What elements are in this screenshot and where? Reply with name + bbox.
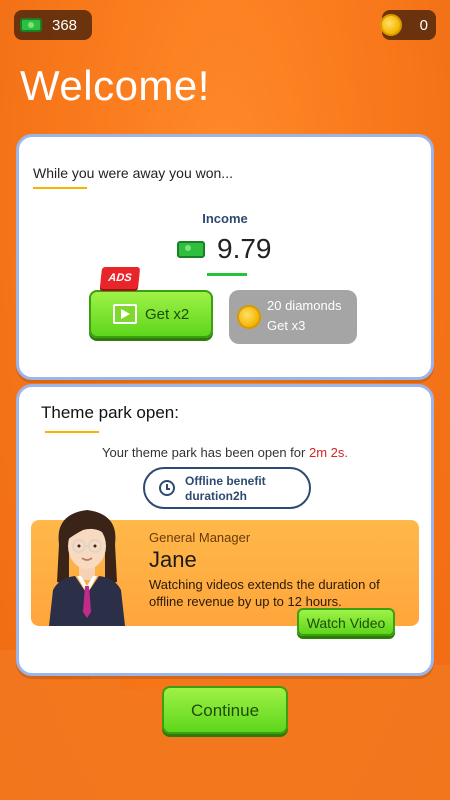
park-title: Theme park open:: [41, 403, 179, 422]
away-intro-text: While you were away you won...: [33, 165, 233, 181]
manager-description: Watching videos extends the duration of …: [149, 577, 380, 609]
money-amount: 368: [52, 16, 78, 34]
continue-button[interactable]: Continue: [162, 686, 288, 734]
income-underline: [207, 273, 247, 276]
get-x2-label: Get x2: [145, 306, 190, 323]
income-row: 9.79: [177, 233, 272, 265]
coin-counter: 0: [380, 10, 436, 40]
coin-icon: [380, 14, 402, 36]
get-x3-diamonds-button[interactable]: 20 diamonds Get x3: [229, 290, 357, 344]
manager-avatar: [49, 510, 125, 626]
cash-icon: [20, 18, 42, 32]
open-duration-value: 2m 2s.: [308, 445, 348, 460]
ads-badge: ADS: [99, 267, 141, 289]
intro-underline: [33, 187, 87, 189]
cash-icon: [177, 240, 205, 258]
video-icon: [113, 304, 137, 324]
get-x2-button[interactable]: Get x2: [89, 290, 213, 338]
income-label: Income: [202, 211, 248, 226]
coin-amount: 0: [419, 16, 428, 34]
continue-label: Continue: [190, 701, 260, 720]
park-open-duration-text: Your theme park has been open for 2m 2s.: [102, 445, 348, 460]
offline-benefit-label: Offline benefit: [185, 474, 266, 488]
get-x3-label: Get x3: [267, 318, 306, 333]
page-title: Welcome!: [20, 62, 210, 109]
manager-name: Jane: [149, 547, 197, 572]
theme-park-card: Theme park open: Your theme park has bee…: [16, 384, 434, 676]
income-value: 9.79: [217, 233, 272, 264]
diamond-cost-label: 20 diamonds: [267, 298, 342, 313]
park-title-underline: [45, 431, 99, 433]
offline-duration-label: duration2h: [185, 489, 247, 503]
money-counter: 368: [14, 10, 92, 40]
manager-role: General Manager: [149, 530, 251, 545]
clock-icon: [159, 480, 175, 496]
offline-earnings-card: While you were away you won... Income 9.…: [16, 134, 434, 380]
coin-icon: [237, 305, 261, 329]
offline-benefit-badge: Offline benefit duration2h: [143, 467, 311, 509]
watch-video-label: Watch Video: [306, 615, 386, 631]
watch-video-button[interactable]: Watch Video: [297, 608, 395, 636]
